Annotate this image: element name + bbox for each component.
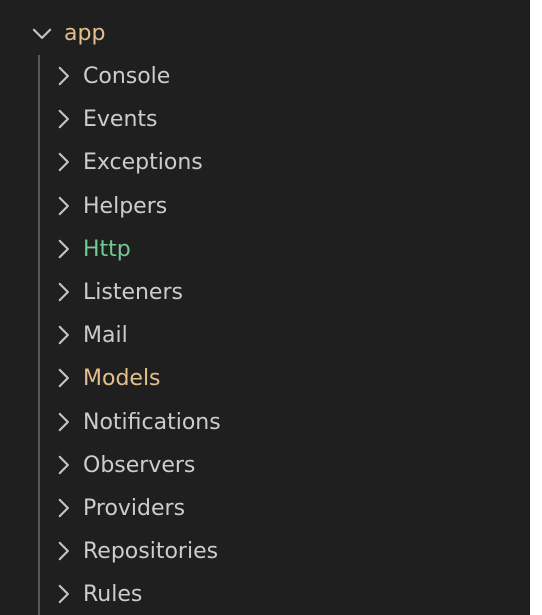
- chevron-right-icon: [58, 585, 69, 604]
- chevron-right-icon: [58, 542, 69, 561]
- folder-helpers[interactable]: Helpers: [0, 185, 530, 228]
- folder-label: Listeners: [83, 280, 183, 305]
- chevron-right-icon: [58, 110, 69, 129]
- folder-observers[interactable]: Observers: [0, 444, 530, 487]
- folder-label: Http: [83, 236, 131, 262]
- file-explorer-tree: app Console Events Exceptions Helpers Http Li…: [0, 0, 530, 615]
- chevron-right-icon: [58, 498, 69, 518]
- folder-label: Repositories: [83, 539, 219, 565]
- chevron-right-icon: [58, 239, 69, 258]
- folder-http[interactable]: Http: [0, 228, 530, 271]
- chevron-right-icon: [58, 369, 69, 388]
- folder-app[interactable]: app: [0, 12, 530, 55]
- folder-providers[interactable]: Providers: [0, 487, 530, 530]
- folder-label: Observers: [83, 452, 196, 478]
- folder-label: Helpers: [83, 193, 168, 219]
- chevron-right-icon: [58, 455, 69, 474]
- folder-models[interactable]: Models: [0, 357, 530, 400]
- folder-exceptions[interactable]: Exceptions: [0, 141, 530, 184]
- folder-notifications[interactable]: Notifications: [0, 401, 530, 444]
- chevron-right-icon: [58, 282, 69, 302]
- folder-label: Mail: [83, 323, 128, 349]
- folder-listeners[interactable]: Listeners: [0, 271, 530, 314]
- folder-label: Providers: [83, 496, 186, 521]
- folder-console[interactable]: Console: [0, 55, 530, 98]
- folder-rules[interactable]: Rules: [0, 573, 530, 615]
- folder-events[interactable]: Events: [0, 98, 530, 141]
- folder-label: Exceptions: [83, 150, 203, 176]
- chevron-down-icon: [32, 28, 52, 39]
- chevron-right-icon: [58, 153, 69, 172]
- folder-label: Models: [83, 366, 161, 392]
- chevron-right-icon: [58, 326, 69, 345]
- chevron-right-icon: [58, 66, 69, 86]
- folder-label: Notifications: [83, 409, 221, 435]
- chevron-right-icon: [58, 196, 69, 215]
- folder-label: Events: [83, 107, 158, 133]
- folder-mail[interactable]: Mail: [0, 314, 530, 357]
- folder-label: Console: [83, 64, 171, 89]
- folder-label: app: [64, 21, 106, 46]
- folder-label: Rules: [83, 582, 143, 608]
- chevron-right-icon: [58, 412, 69, 431]
- folder-repositories[interactable]: Repositories: [0, 530, 530, 573]
